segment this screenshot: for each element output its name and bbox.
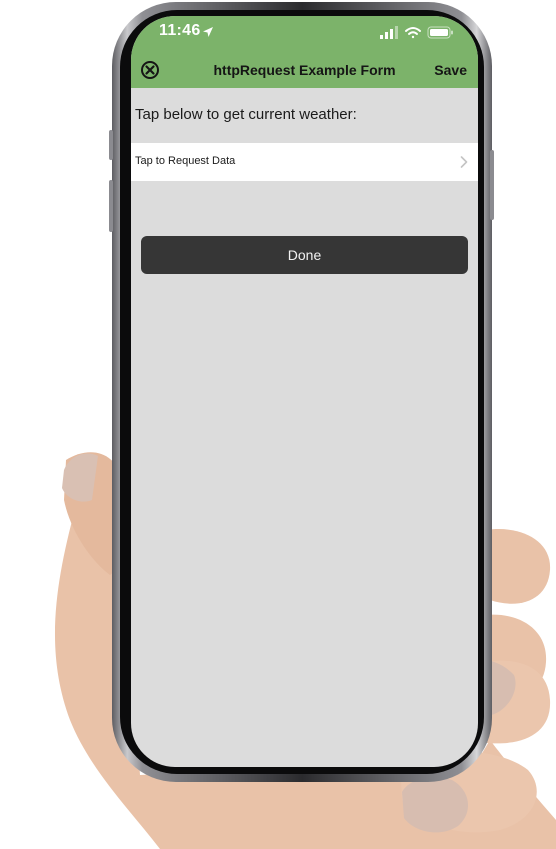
status-time: 11:46 — [159, 22, 201, 39]
form-title: httpRequest Example Form — [213, 62, 396, 78]
wifi-icon — [405, 27, 421, 39]
volume-button — [109, 180, 113, 232]
status-icons — [380, 26, 453, 39]
volume-button — [109, 130, 113, 160]
location-arrow-icon — [203, 27, 213, 37]
phone-screen: 11:46 httpRequest Example Form Save Tap … — [131, 16, 478, 767]
weather-prompt: Tap below to get current weather: — [135, 106, 357, 123]
cellular-signal-icon — [380, 26, 398, 39]
chevron-right-icon — [460, 156, 468, 168]
battery-icon — [427, 26, 453, 39]
request-data-label: Tap to Request Data — [135, 155, 236, 167]
save-button[interactable]: Save — [434, 62, 467, 78]
request-data-row[interactable]: Tap to Request Data — [131, 143, 478, 181]
done-button[interactable]: Done — [141, 236, 468, 274]
nav-bar: httpRequest Example Form Save — [131, 54, 478, 88]
status-bar: 11:46 — [131, 16, 478, 54]
side-button — [490, 150, 494, 220]
